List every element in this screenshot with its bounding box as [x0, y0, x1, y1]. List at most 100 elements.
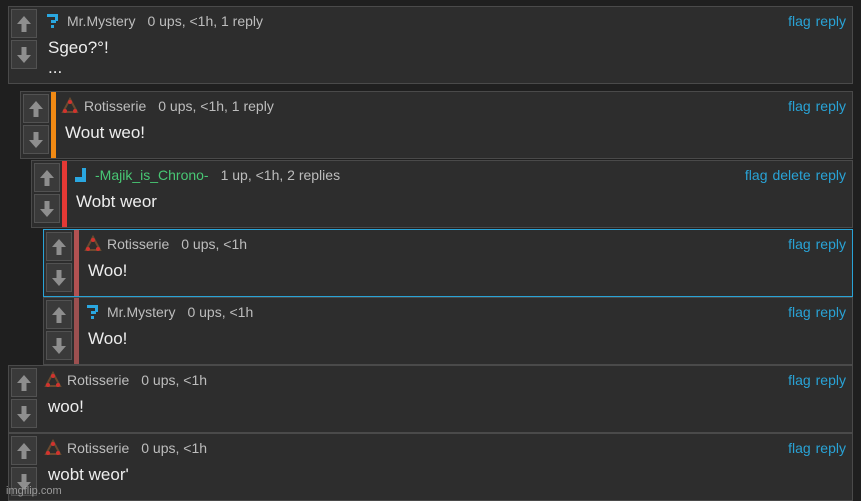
reply-link[interactable]: reply [816, 440, 846, 456]
username[interactable]: Rotisserie [84, 98, 146, 114]
upvote-button[interactable] [11, 9, 37, 38]
triangle-dots-icon[interactable] [84, 235, 102, 253]
question-mark-icon[interactable] [84, 303, 102, 321]
arrow-down-icon [52, 269, 66, 286]
comment-actions: flag reply [788, 440, 846, 456]
arrow-down-icon [17, 405, 31, 422]
username[interactable]: Mr.Mystery [67, 13, 135, 29]
triangle-dots-icon[interactable] [61, 97, 79, 115]
reply-link[interactable]: reply [816, 167, 846, 183]
comment-body: Rotisserie 0 ups, <1h, 1 reply flag repl… [61, 92, 852, 158]
vote-column [44, 298, 74, 364]
comment-meta: 0 ups, <1h [141, 372, 208, 388]
comment-actions: flag reply [788, 236, 846, 252]
comment-header: Rotisserie 0 ups, <1h flag reply [44, 370, 852, 390]
arrow-down-icon [52, 337, 66, 354]
comment-meta: 1 up, <1h, 2 replies [220, 167, 341, 183]
triangle-dots-icon[interactable] [44, 371, 62, 389]
downvote-button[interactable] [11, 40, 37, 69]
reply-link[interactable]: reply [816, 372, 846, 388]
username[interactable]: -Majik_is_Chrono- [95, 167, 209, 183]
delete-link[interactable]: delete [772, 167, 810, 183]
comment-text: wobt weor' [48, 465, 129, 484]
username[interactable]: Rotisserie [107, 236, 169, 252]
comment-actions: flag delete reply [745, 167, 846, 183]
comment: Rotisserie 0 ups, <1h flag reply woo! [8, 365, 853, 433]
username[interactable]: Rotisserie [67, 440, 129, 456]
arrow-up-icon [17, 442, 31, 459]
comment-text: Wobt weor [76, 192, 157, 211]
triangle-dots-icon[interactable] [44, 439, 62, 457]
arrow-up-icon [17, 15, 31, 32]
comment-header: Rotisserie 0 ups, <1h, 1 reply flag repl… [61, 96, 852, 116]
comment-meta: 0 ups, <1h, 1 reply [147, 13, 264, 29]
comment: Rotisserie 0 ups, <1h flag reply Woo! [43, 229, 853, 297]
downvote-button[interactable] [46, 331, 72, 360]
vote-column [44, 230, 74, 296]
comment-actions: flag reply [788, 372, 846, 388]
thread-color-bar [51, 92, 56, 158]
comment-header: Rotisserie 0 ups, <1h flag reply [44, 438, 852, 458]
username[interactable]: Mr.Mystery [107, 304, 175, 320]
flag-link[interactable]: flag [788, 98, 811, 114]
reply-link[interactable]: reply [816, 13, 846, 29]
thread-color-bar [62, 161, 67, 227]
comment: Mr.Mystery 0 ups, <1h flag reply Woo! [43, 297, 853, 365]
downvote-button[interactable] [46, 263, 72, 292]
upvote-button[interactable] [11, 436, 37, 465]
upvote-button[interactable] [23, 94, 49, 123]
arrow-down-icon [17, 46, 31, 63]
arrow-down-icon [29, 131, 43, 148]
reply-link[interactable]: reply [816, 236, 846, 252]
comment-actions: flag reply [788, 13, 846, 29]
thread-color-bar [74, 298, 79, 364]
flag-link[interactable]: flag [788, 372, 811, 388]
comment-actions: flag reply [788, 304, 846, 320]
comment-text: Wout weo! [65, 123, 146, 142]
comment: Rotisserie 0 ups, <1h flag reply wobt we… [8, 433, 853, 501]
flag-link[interactable]: flag [745, 167, 768, 183]
vote-column [32, 161, 62, 227]
upvote-button[interactable] [34, 163, 60, 192]
comment-header: Mr.Mystery 0 ups, <1h, 1 reply flag repl… [44, 11, 852, 31]
flag-link[interactable]: flag [788, 440, 811, 456]
comment-text: woo! [48, 397, 84, 416]
username[interactable]: Rotisserie [67, 372, 129, 388]
flag-link[interactable]: flag [788, 236, 811, 252]
comment-text-line: Sgeo?°! [48, 38, 109, 57]
comment-text: Woo! [88, 329, 128, 348]
vote-column [9, 366, 39, 432]
comment-meta: 0 ups, <1h [187, 304, 254, 320]
imgflip-watermark: imgflip.com [6, 485, 62, 497]
reply-link[interactable]: reply [816, 304, 846, 320]
arrow-up-icon [52, 238, 66, 255]
blue-block-icon[interactable] [72, 166, 90, 184]
question-mark-icon[interactable] [44, 12, 62, 30]
arrow-up-icon [52, 306, 66, 323]
reply-link[interactable]: reply [816, 98, 846, 114]
comment-body: Mr.Mystery 0 ups, <1h, 1 reply flag repl… [44, 7, 852, 83]
comment-header: Rotisserie 0 ups, <1h flag reply [84, 234, 852, 254]
flag-link[interactable]: flag [788, 304, 811, 320]
comment-text: Woo! [88, 261, 128, 280]
upvote-button[interactable] [11, 368, 37, 397]
comment-meta: 0 ups, <1h [141, 440, 208, 456]
arrow-up-icon [40, 169, 54, 186]
comment-meta: 0 ups, <1h, 1 reply [158, 98, 274, 114]
comment-body: Mr.Mystery 0 ups, <1h flag reply Woo! [84, 298, 852, 364]
comment-header: Mr.Mystery 0 ups, <1h flag reply [84, 302, 852, 322]
downvote-button[interactable] [23, 125, 49, 154]
downvote-button[interactable] [11, 399, 37, 428]
comment: Rotisserie 0 ups, <1h, 1 reply flag repl… [20, 91, 853, 159]
comment-header: -Majik_is_Chrono- 1 up, <1h, 2 replies f… [72, 165, 852, 185]
flag-link[interactable]: flag [788, 13, 811, 29]
comment-body: -Majik_is_Chrono- 1 up, <1h, 2 replies f… [72, 161, 852, 227]
arrow-up-icon [29, 100, 43, 117]
comment-body: Rotisserie 0 ups, <1h flag reply Woo! [84, 230, 852, 296]
comment-actions: flag reply [788, 98, 846, 114]
upvote-button[interactable] [46, 232, 72, 261]
downvote-button[interactable] [34, 194, 60, 223]
upvote-button[interactable] [46, 300, 72, 329]
arrow-up-icon [17, 374, 31, 391]
comment-text-line: ... [48, 58, 63, 77]
